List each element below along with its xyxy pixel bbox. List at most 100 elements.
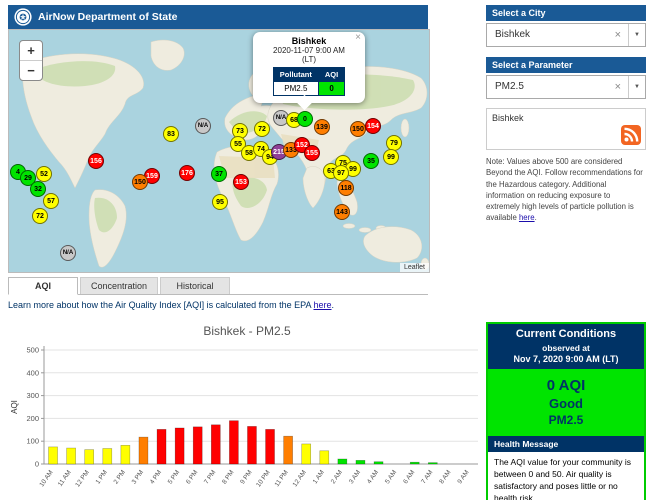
rss-city-label: Bishkek <box>492 113 524 123</box>
x-tick-label: 8 AM <box>438 469 452 485</box>
x-tick-label: 4 PM <box>149 469 163 485</box>
world-basemap <box>9 30 429 272</box>
page: AirNow Department of State <box>0 0 652 500</box>
chart-bar[interactable] <box>121 445 130 464</box>
y-tick-label: 300 <box>26 391 39 400</box>
aqi-pollutant: PM2.5 <box>488 413 644 427</box>
note-suffix: . <box>535 213 537 222</box>
learn-more-body: Learn more about how the Air Quality Ind… <box>8 300 314 310</box>
map-marker[interactable]: N/A <box>60 245 76 261</box>
chart-bar[interactable] <box>338 459 347 464</box>
x-tick-label: 12 PM <box>74 469 91 488</box>
chart-bar[interactable] <box>157 429 166 464</box>
city-clear-icon[interactable]: × <box>615 24 621 46</box>
x-tick-label: 12 AM <box>292 469 308 488</box>
map-marker[interactable]: 72 <box>32 208 48 224</box>
map-marker[interactable]: 0 <box>297 111 313 127</box>
tab-historical[interactable]: Historical <box>160 277 230 294</box>
map-marker[interactable]: 35 <box>363 153 379 169</box>
popup-close-button[interactable]: × <box>355 33 361 43</box>
map-marker[interactable]: 154 <box>365 118 381 134</box>
chart-bar[interactable] <box>193 427 202 464</box>
map-marker[interactable]: N/A <box>195 118 211 134</box>
city-caret-icon[interactable]: ▼ <box>628 24 640 46</box>
map-marker[interactable]: 95 <box>212 194 228 210</box>
chart-bar[interactable] <box>139 437 148 464</box>
tab-aqi[interactable]: AQI <box>8 277 78 295</box>
map-marker[interactable]: 156 <box>88 153 104 169</box>
chart-bar[interactable] <box>175 428 184 464</box>
aqi-bar-chart: Bishkek - PM2.5 010020030040050010 AM11 … <box>8 324 486 500</box>
chart-bar[interactable] <box>211 425 220 464</box>
map-marker[interactable]: 32 <box>30 181 46 197</box>
tab-concentration[interactable]: Concentration <box>80 277 158 294</box>
chart-bar[interactable] <box>103 448 112 464</box>
note-body: Note: Values above 500 are considered Be… <box>486 157 643 222</box>
map-marker[interactable]: 176 <box>179 165 195 181</box>
map-marker[interactable]: 52 <box>36 166 52 182</box>
parameter-caret-icon[interactable]: ▼ <box>628 76 640 98</box>
x-tick-label: 9 AM <box>456 469 470 485</box>
world-map[interactable]: + − 83N/A7372N/A680139150154555874942151… <box>8 29 430 273</box>
learn-more-suffix: . <box>332 300 335 310</box>
map-attribution[interactable]: Leaflet <box>400 263 429 272</box>
health-message-header: Health Message <box>488 436 644 452</box>
current-conditions-title: Current Conditions <box>490 328 642 340</box>
map-marker[interactable]: 99 <box>383 149 399 165</box>
map-marker[interactable]: 118 <box>338 180 354 196</box>
chart-bar[interactable] <box>284 436 293 464</box>
chart-bar[interactable] <box>67 448 76 464</box>
rss-feed-box: Bishkek <box>486 108 646 150</box>
chart-bar[interactable] <box>428 463 437 464</box>
rss-icon[interactable] <box>621 125 641 145</box>
epa-link[interactable]: here <box>314 300 332 310</box>
map-marker[interactable]: 139 <box>314 119 330 135</box>
map-marker[interactable]: 155 <box>304 145 320 161</box>
map-marker[interactable]: 72 <box>254 121 270 137</box>
tab-bar: AQI Concentration Historical <box>8 277 428 295</box>
chart-bar[interactable] <box>247 426 256 464</box>
x-tick-label: 1 PM <box>94 469 108 485</box>
parameter-select[interactable]: PM2.5 × ▼ <box>486 75 646 99</box>
map-marker[interactable]: 150 <box>132 174 148 190</box>
chart-bar[interactable] <box>356 460 365 464</box>
y-axis-label: AQI <box>10 400 19 414</box>
note-link[interactable]: here <box>519 213 535 222</box>
x-tick-label: 9 PM <box>239 469 253 485</box>
chart-bar[interactable] <box>374 462 383 464</box>
x-tick-label: 4 AM <box>366 469 380 485</box>
map-marker[interactable]: 153 <box>233 174 249 190</box>
map-marker[interactable]: 57 <box>43 193 59 209</box>
chart-title: Bishkek - PM2.5 <box>8 324 486 338</box>
x-tick-label: 10 PM <box>255 469 272 488</box>
chart-bar[interactable] <box>320 451 329 464</box>
x-tick-label: 3 PM <box>131 469 145 485</box>
city-select[interactable]: Bishkek × ▼ <box>486 23 646 47</box>
y-tick-label: 200 <box>26 414 39 423</box>
chart-bar[interactable] <box>49 447 58 464</box>
chart-bar[interactable] <box>266 429 275 464</box>
map-marker[interactable]: 97 <box>333 165 349 181</box>
map-marker[interactable]: 143 <box>334 204 350 220</box>
x-tick-label: 6 AM <box>402 469 416 485</box>
city-select-value: Bishkek <box>495 24 530 46</box>
map-popup: × Bishkek 2020-11-07 9:00 AM (LT) Pollut… <box>253 32 365 103</box>
chart-bar[interactable] <box>410 462 419 464</box>
map-zoom-in-button[interactable]: + <box>20 41 42 60</box>
popup-pollutant-header: Pollutant <box>273 68 318 82</box>
x-tick-label: 5 PM <box>167 469 181 485</box>
chart-bar[interactable] <box>229 421 238 464</box>
parameter-clear-icon[interactable]: × <box>615 76 621 98</box>
chart-bar[interactable] <box>85 450 94 464</box>
current-conditions-header: Current Conditions observed at Nov 7, 20… <box>488 324 644 369</box>
map-marker[interactable]: 83 <box>163 126 179 142</box>
x-tick-label: 3 AM <box>348 469 362 485</box>
map-zoom-out-button[interactable]: − <box>20 60 42 80</box>
aqi-value: 0 AQI <box>488 377 644 394</box>
chart-bar[interactable] <box>302 444 311 464</box>
map-marker[interactable]: 150 <box>350 121 366 137</box>
map-marker[interactable]: 37 <box>211 166 227 182</box>
y-tick-label: 0 <box>35 460 39 469</box>
observed-at-label: observed at <box>490 343 642 353</box>
popup-aqi-header: AQI <box>318 68 344 82</box>
